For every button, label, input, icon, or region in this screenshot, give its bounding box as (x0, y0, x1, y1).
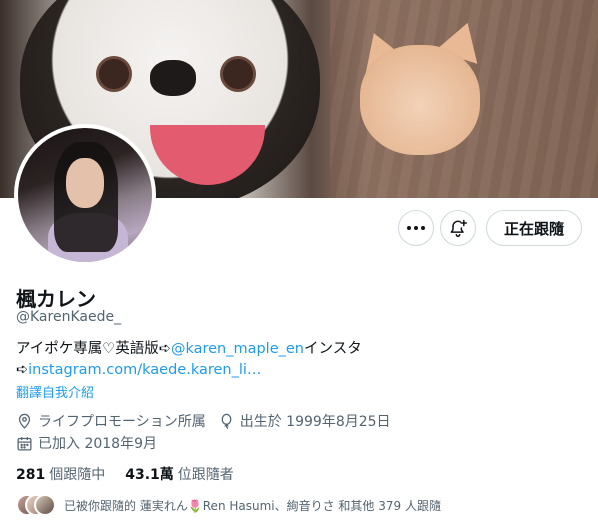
followers-label: 位跟隨者 (177, 467, 234, 483)
followed-by-avatars (16, 494, 56, 516)
profile-meta-row-2: 已加入 2018年9月 (16, 433, 169, 453)
bell-plus-icon (450, 219, 468, 238)
banner-cat (360, 45, 480, 155)
joined-item: 已加入 2018年9月 (16, 433, 157, 453)
profile-bio: アイポケ専属♡英語版➪@karen_maple_enインスタ ➪instagra… (16, 339, 576, 381)
banner-dog-eye-left (96, 56, 132, 92)
more-dots-icon (407, 226, 425, 230)
notifications-button[interactable] (440, 210, 476, 246)
banner-dog-eye-right (220, 56, 256, 92)
follow-stats: 281 個跟隨中 43.1萬 位跟隨者 (16, 464, 254, 484)
avatar[interactable] (18, 128, 152, 262)
bio-arrow: ➪ (16, 362, 29, 378)
following-button-label: 正在跟隨 (503, 219, 564, 238)
birthday-item: 出生於 1999年8月25日 (218, 411, 391, 431)
bio-instagram-link[interactable]: instagram.com/kaede.karen_li… (28, 362, 261, 378)
balloon-icon (221, 413, 232, 429)
followers-stat[interactable]: 43.1萬 位跟隨者 (125, 464, 234, 484)
bio-text-1: アイポケ専属♡英語版➪ (16, 341, 171, 357)
affiliation-item: ライフプロモーション所属 (16, 411, 206, 431)
banner-dog-nose (150, 60, 196, 96)
joined-text: 已加入 2018年9月 (38, 436, 157, 452)
following-stat[interactable]: 281 個跟隨中 (16, 464, 105, 484)
followed-by-row[interactable]: 已被你跟隨的 蓮実れん🌷Ren Hasumi、絢音りさ 和其他 379 人跟隨 (16, 494, 441, 516)
location-pin-icon (18, 413, 31, 429)
following-count: 281 (16, 467, 46, 483)
user-handle: @KarenKaede_ (16, 309, 122, 325)
followers-count: 43.1萬 (125, 467, 174, 483)
more-options-button[interactable] (398, 210, 434, 246)
bio-text-2: インスタ (304, 341, 362, 357)
mini-avatar (34, 494, 56, 516)
following-button[interactable]: 正在跟隨 (486, 210, 582, 246)
translate-bio-link[interactable]: 翻譯自我介紹 (16, 382, 94, 401)
display-name: 楓カレン (16, 287, 96, 311)
calendar-icon (17, 436, 32, 451)
birthday-text: 出生於 1999年8月25日 (239, 414, 391, 430)
bio-mention-link[interactable]: @karen_maple_en (171, 341, 304, 357)
following-label: 個跟隨中 (49, 467, 106, 483)
followed-by-text: 已被你跟隨的 蓮実れん🌷Ren Hasumi、絢音りさ 和其他 379 人跟隨 (64, 498, 441, 513)
profile-meta-row-1: ライフプロモーション所属 出生於 1999年8月25日 (16, 411, 403, 431)
avatar-face (66, 158, 104, 208)
affiliation-text: ライフプロモーション所属 (38, 414, 206, 430)
